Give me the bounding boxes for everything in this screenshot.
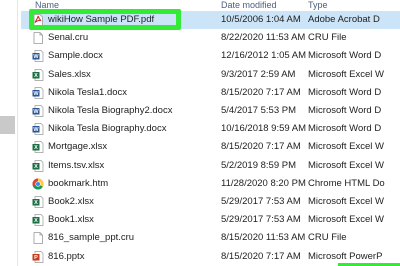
file-date-modified: 9/3/2017 2:59 AM [221, 68, 296, 80]
file-date-modified: 8/15/2020 7:17 AM [221, 250, 301, 262]
file-type: Microsoft Excel W [308, 141, 385, 153]
file-type: Microsoft Word D [308, 86, 382, 98]
generic-file-icon [32, 32, 44, 45]
generic-file-icon [32, 232, 44, 245]
powerpoint-icon: P [32, 250, 44, 263]
file-name: Items.tsv.xlsx [48, 159, 105, 171]
file-date-modified: 11/28/2020 8:20 PM [221, 177, 306, 189]
column-type-header[interactable]: Type [308, 0, 328, 11]
file-type: Microsoft Excel W [308, 214, 385, 226]
selection-highlight-box [29, 9, 181, 30]
file-type: Microsoft Word D [308, 105, 382, 116]
svg-text:P: P [34, 255, 38, 261]
file-type: Chrome HTML Do [308, 177, 385, 189]
file-name: 816.pptx [48, 250, 85, 262]
file-date-modified: 5/2/2019 8:59 PM [221, 159, 296, 171]
navigation-pane[interactable] [0, 0, 18, 266]
file-name: Sample.docx [48, 50, 103, 62]
svg-text:W: W [33, 91, 39, 97]
column-date-header[interactable]: Date modified [221, 0, 277, 11]
word-icon: W [32, 50, 44, 63]
file-date-modified: 10/16/2018 9:59 AM [221, 123, 307, 135]
file-row[interactable]: X Book1.xlsx 5/29/2017 7:53 AM Microsoft Ex… [21, 211, 400, 229]
file-name: Book1.xlsx [48, 214, 94, 226]
file-name: bookmark.htm [48, 177, 109, 189]
file-name: 816_sample_ppt.cru [48, 232, 135, 244]
file-row[interactable]: W Nikola Tesla Biography.docx 10/16/2018 9… [21, 120, 400, 138]
file-row[interactable]: wikiHow Sample PDF.pdf 10/5/2006 1:04 AM A… [21, 9, 400, 30]
file-name: Nikola Tesla Biography.docx [48, 123, 167, 135]
excel-icon: X [32, 68, 44, 81]
file-row[interactable]: W Nikola Tesla1.docx 8/15/2020 7:17 AM Micr… [21, 84, 400, 102]
file-type: Microsoft Word D [308, 123, 382, 135]
file-row[interactable]: bookmark.htm 11/28/2020 8:20 PM Chrome HTM… [21, 175, 400, 193]
file-date-modified: 8/22/2020 11:53 AM [221, 32, 306, 44]
file-row[interactable]: X Items.tsv.xlsx 5/2/2019 8:59 PM Microsoft… [21, 157, 400, 175]
file-row[interactable]: X Sales.xlsx 9/3/2017 2:59 AM Microsoft Exc… [21, 66, 400, 84]
svg-text:X: X [34, 73, 38, 79]
svg-text:W: W [33, 55, 39, 61]
file-name: Nikola Tesla Biography2.docx [48, 105, 173, 116]
file-type: Microsoft Excel W [308, 196, 385, 207]
file-type: Microsoft Excel W [308, 68, 385, 80]
svg-text:X: X [34, 200, 38, 206]
file-name: Sales.xlsx [48, 68, 91, 80]
file-name: Book2.xlsx [48, 196, 94, 207]
svg-text:X: X [34, 146, 38, 152]
file-date-modified: 5/29/2017 7:53 AM [221, 214, 301, 226]
file-name: Nikola Tesla1.docx [48, 86, 128, 98]
file-type: Adobe Acrobat D [308, 14, 380, 25]
file-date-modified: 5/4/2017 5:53 PM [221, 105, 296, 116]
file-row[interactable]: 816_sample_ppt.cru 8/15/2020 11:53 AM CRU … [21, 229, 400, 247]
svg-text:W: W [33, 109, 39, 115]
chrome-icon [32, 178, 44, 190]
svg-text:W: W [33, 127, 39, 133]
file-row[interactable]: W Sample.docx 12/16/2012 1:05 AM Microsoft … [21, 47, 400, 65]
file-date-modified: 8/15/2020 7:17 AM [221, 141, 301, 153]
file-type: Microsoft Word D [308, 50, 382, 62]
excel-icon: X [32, 214, 44, 227]
svg-text:X: X [34, 164, 38, 170]
word-icon: W [32, 123, 44, 136]
svg-text:X: X [34, 218, 38, 224]
file-date-modified: 12/16/2012 1:05 AM [221, 50, 307, 62]
file-row[interactable]: W Nikola Tesla Biography2.docx 5/4/2017 5:… [21, 102, 400, 120]
file-row[interactable]: Senal.cru 8/22/2020 11:53 AM CRU File [21, 29, 400, 47]
file-list: Name Date modified Type wikiHow Sample P… [21, 0, 400, 266]
excel-icon: X [32, 159, 44, 172]
navigation-scroll-marker[interactable] [0, 116, 15, 134]
excel-icon: X [32, 196, 44, 208]
file-row[interactable]: X Mortgage.xlsx 8/15/2020 7:17 AM Microsoft… [21, 138, 400, 156]
file-date-modified: 10/5/2006 1:04 AM [221, 14, 301, 25]
excel-icon: X [32, 141, 44, 154]
word-icon: W [32, 86, 44, 99]
file-type: Microsoft Excel W [308, 159, 385, 171]
file-date-modified: 8/15/2020 11:53 AM [221, 232, 306, 244]
word-icon: W [32, 105, 44, 117]
file-type: CRU File [308, 32, 347, 44]
file-type: CRU File [308, 232, 347, 244]
file-date-modified: 8/15/2020 7:17 AM [221, 86, 301, 98]
file-date-modified: 5/29/2017 7:53 AM [221, 196, 301, 207]
file-name: Senal.cru [48, 32, 89, 44]
file-name: Mortgage.xlsx [48, 141, 108, 153]
file-row[interactable]: X Book2.xlsx 5/29/2017 7:53 AM Microsoft Ex… [21, 193, 400, 211]
